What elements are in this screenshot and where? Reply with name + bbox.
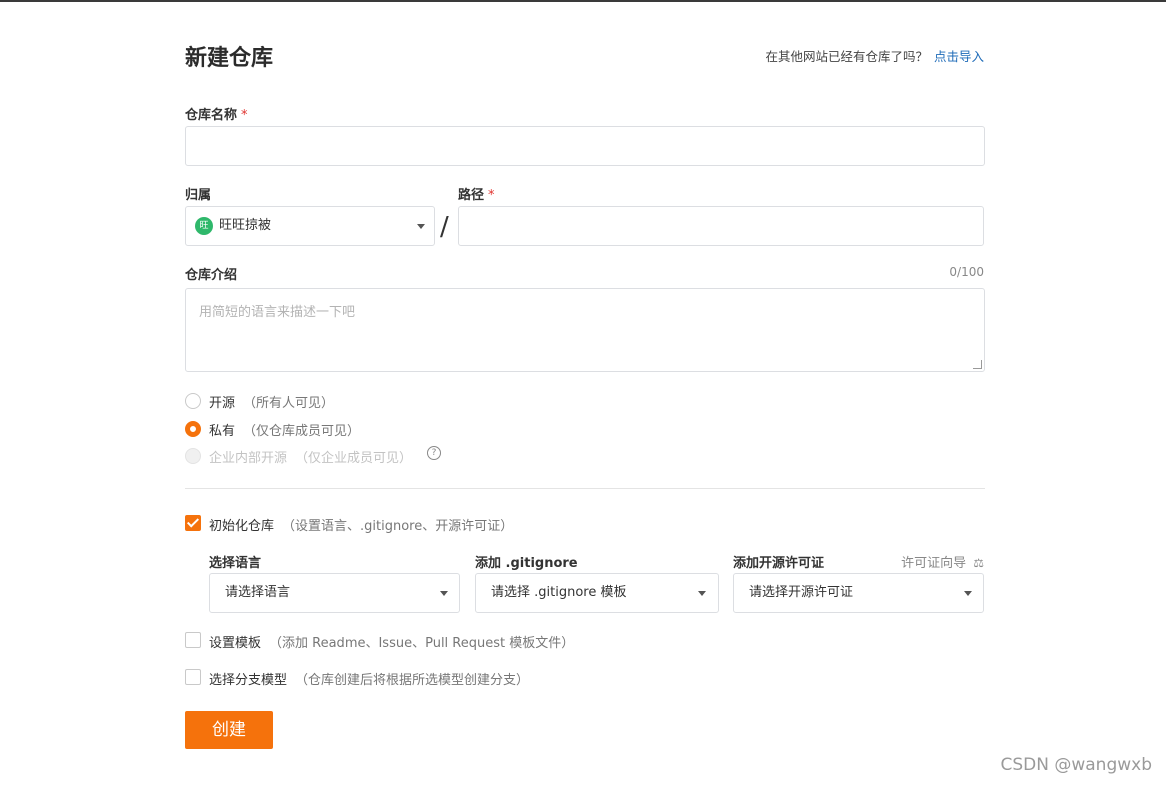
license-guide-text: 许可证向导 [901,556,967,571]
branch-model-label-text: 选择分支模型 [209,673,288,688]
import-prompt: 在其他网站已经有仓库了吗？ 点击导入 [765,46,984,65]
radio-enterprise-internal [185,448,201,464]
page-title: 新建仓库 [185,46,274,71]
option-hint: （仅企业成员可见） [295,451,413,466]
radio-private[interactable] [185,421,201,437]
option-label: 私有 [209,424,236,439]
visibility-private-label[interactable]: 私有 （仅仓库成员可见） [209,420,360,439]
repo-name-label: 仓库名称 * [185,104,248,123]
owner-value: 旺旺掠被 [219,218,272,233]
owner-label: 归属 [185,188,212,203]
template-hint: （添加 Readme、Issue、Pull Request 模板文件） [269,636,575,651]
radio-open-source[interactable] [185,393,201,409]
help-icon[interactable]: ? [427,446,441,460]
language-select[interactable]: 请选择语言 [209,573,460,613]
description-label: 仓库介绍 [185,268,238,283]
template-label-text: 设置模板 [209,636,262,651]
resize-handle-icon[interactable] [973,360,982,369]
chevron-down-icon [964,591,972,596]
license-select[interactable]: 请选择开源许可证 [733,573,984,613]
option-label: 开源 [209,396,236,411]
visibility-enterprise-label: 企业内部开源 （仅企业成员可见） [209,447,412,466]
option-hint: （所有人可见） [243,396,335,411]
repo-name-input[interactable] [185,126,985,166]
divider [185,488,985,489]
template-label[interactable]: 设置模板 （添加 Readme、Issue、Pull Request 模板文件） [209,632,574,651]
template-checkbox[interactable] [185,632,201,648]
init-repo-label-text: 初始化仓库 [209,519,275,534]
description-textarea[interactable]: 用简短的语言来描述一下吧 [185,288,985,372]
chevron-down-icon [698,591,706,596]
option-hint: （仅仓库成员可见） [243,424,361,439]
option-label: 企业内部开源 [209,451,288,466]
gitignore-select[interactable]: 请选择 .gitignore 模板 [475,573,719,613]
watermark: CSDN @wangwxb [1000,755,1152,775]
required-mark: * [488,188,495,203]
init-repo-checkbox[interactable] [185,515,201,531]
description-placeholder: 用简短的语言来描述一下吧 [199,305,356,320]
init-repo-hint: （设置语言、.gitignore、开源许可证） [282,519,514,534]
balance-scale-icon: ⚖ [973,556,984,570]
repo-name-label-text: 仓库名称 [185,108,238,123]
language-value: 请选择语言 [225,585,291,600]
branch-model-hint: （仓库创建后将根据所选模型创建分支） [295,673,530,688]
gitignore-value: 请选择 .gitignore 模板 [491,585,627,600]
path-separator: / [440,212,449,242]
required-mark: * [241,108,248,123]
path-input[interactable] [458,206,984,246]
import-prompt-text: 在其他网站已经有仓库了吗？ [765,49,928,64]
visibility-open-source-label[interactable]: 开源 （所有人可见） [209,392,334,411]
description-counter: 0/100 [949,265,984,279]
path-label: 路径 * [458,184,495,203]
branch-model-label[interactable]: 选择分支模型 （仓库创建后将根据所选模型创建分支） [209,669,529,688]
chevron-down-icon [417,224,425,229]
license-label: 添加开源许可证 [733,556,825,571]
gitignore-label: 添加 .gitignore [475,556,578,571]
import-link[interactable]: 点击导入 [934,49,984,64]
create-button[interactable]: 创建 [185,711,273,749]
license-value: 请选择开源许可证 [749,585,854,600]
init-repo-label[interactable]: 初始化仓库 （设置语言、.gitignore、开源许可证） [209,515,513,534]
path-label-text: 路径 [458,188,485,203]
top-bar [0,0,1166,2]
license-guide-link[interactable]: 许可证向导 ⚖ [901,552,984,571]
branch-model-checkbox[interactable] [185,669,201,685]
chevron-down-icon [440,591,448,596]
owner-select[interactable]: 旺 旺旺掠被 [185,206,435,246]
language-label: 选择语言 [209,556,262,571]
owner-avatar: 旺 [195,217,213,235]
